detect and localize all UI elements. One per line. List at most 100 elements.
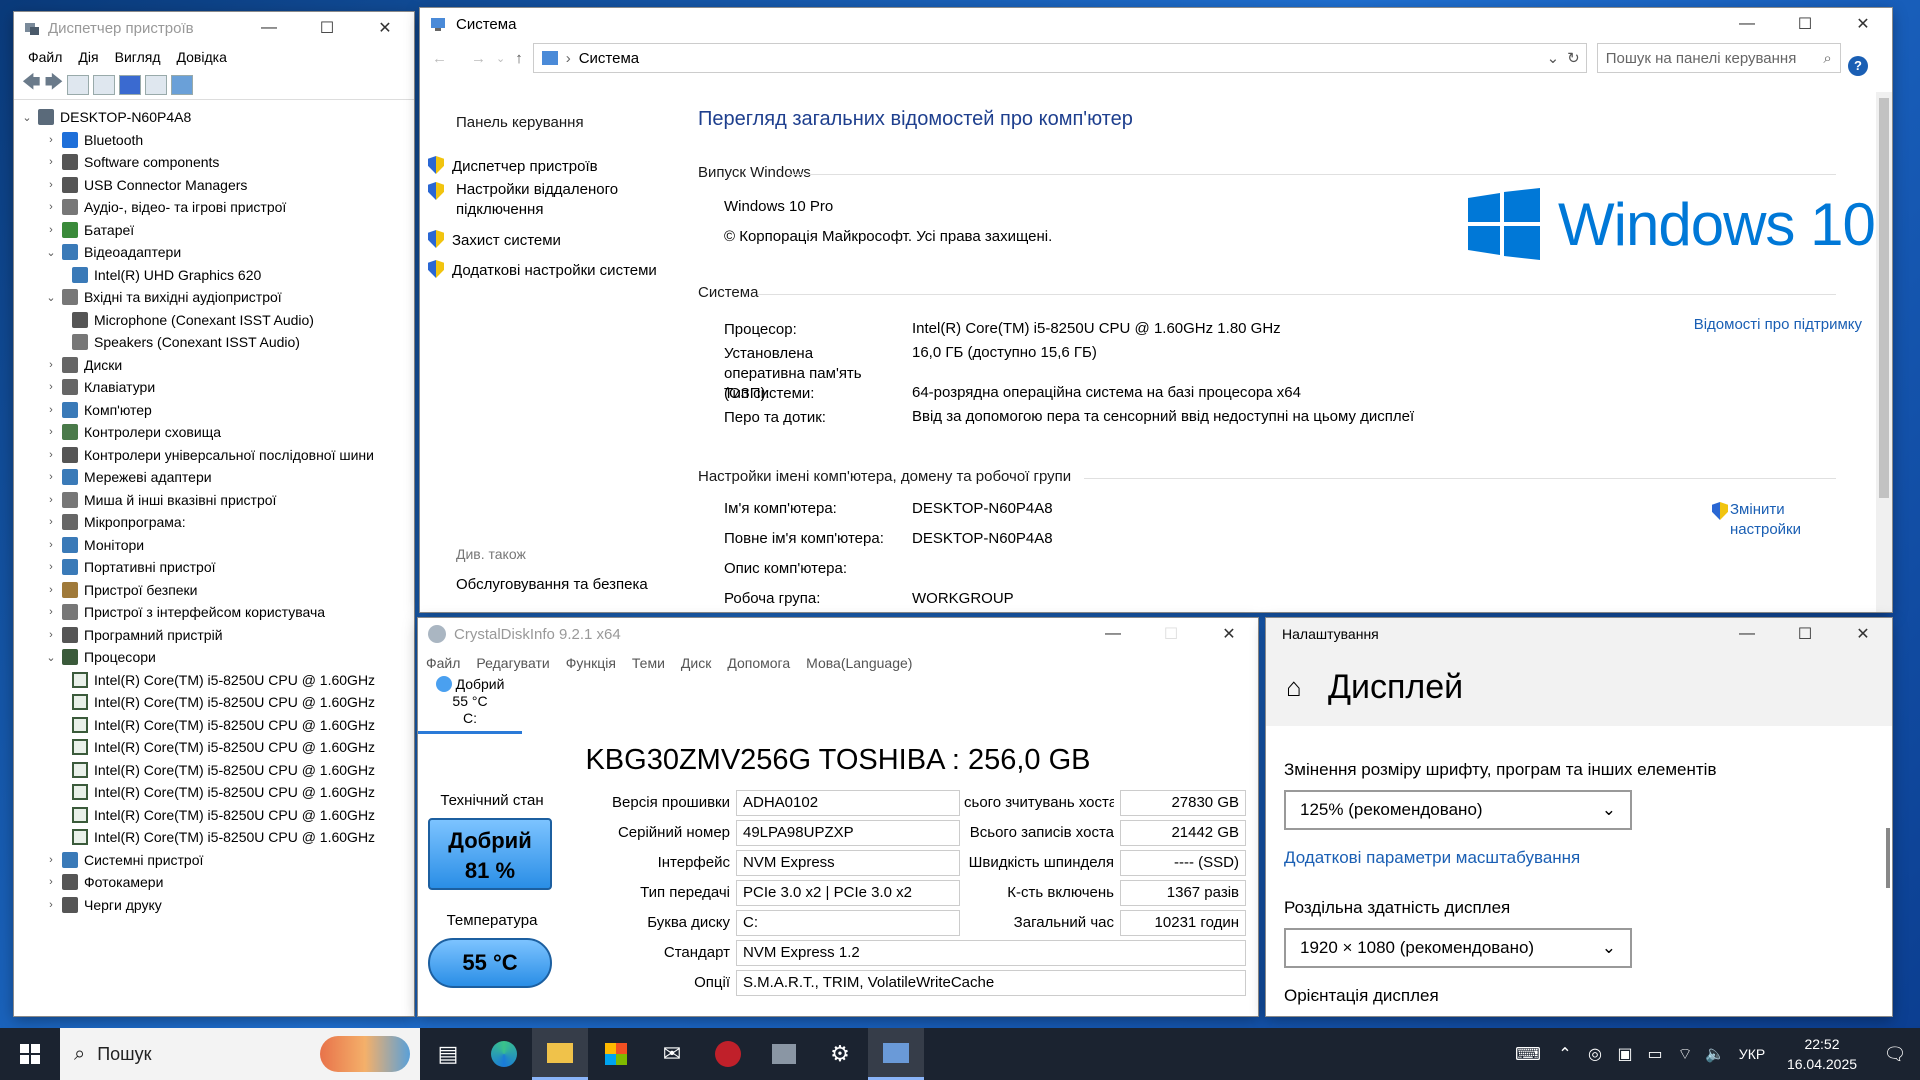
security-maintenance-link[interactable]: Обслуговування та безпека (456, 576, 648, 593)
chevron-right-icon[interactable]: › (44, 629, 58, 641)
chevron-down-icon[interactable]: ⌄ (44, 246, 58, 259)
tree-item[interactable]: › Мікропрограма: (14, 511, 414, 534)
chevron-down-icon[interactable]: ⌄ (20, 111, 34, 124)
system-titlebar[interactable]: Система — ☐ ✕ (420, 8, 1892, 40)
maximize-button[interactable]: ☐ (298, 12, 356, 44)
tree-item[interactable]: Intel(R) Core(TM) i5-8250U CPU @ 1.60GHz (14, 669, 414, 692)
chevron-right-icon[interactable]: › (44, 606, 58, 618)
tree-item[interactable]: › Software components (14, 151, 414, 174)
tree-item[interactable]: › USB Connector Managers (14, 174, 414, 197)
notification-center-button[interactable]: 🗨 (1870, 1028, 1920, 1080)
nav-system-protection[interactable]: Захист системи (428, 230, 561, 249)
tree-item[interactable]: Intel(R) Core(TM) i5-8250U CPU @ 1.60GHz (14, 714, 414, 737)
breadcrumb[interactable]: Система (579, 50, 639, 67)
close-button[interactable]: ✕ (1834, 618, 1892, 650)
refresh-icon[interactable]: ↻ (1567, 49, 1580, 67)
tree-item[interactable]: › Диски (14, 354, 414, 377)
tray-security-button[interactable]: ▣ (1610, 1028, 1640, 1080)
keyboard-layout-button[interactable]: ⌨ (1506, 1028, 1550, 1080)
menu-disk[interactable]: Диск (673, 655, 719, 671)
chevron-right-icon[interactable]: › (44, 854, 58, 866)
crystal-titlebar[interactable]: CrystalDiskInfo 9.2.1 x64 — ☐ ✕ (418, 618, 1258, 650)
tree-item[interactable]: › Програмний пристрій (14, 624, 414, 647)
settings-titlebar[interactable]: Налаштування — ☐ ✕ (1266, 618, 1892, 650)
tree-item[interactable]: › Контролери сховища (14, 421, 414, 444)
chevron-down-icon[interactable]: ⌄ (44, 291, 58, 304)
minimize-button[interactable]: — (1718, 618, 1776, 650)
app-red-button[interactable] (700, 1028, 756, 1080)
chevron-right-icon[interactable]: › (44, 359, 58, 371)
tray-app-button[interactable]: ◎ (1580, 1028, 1610, 1080)
control-panel-home-link[interactable]: Панель керування (456, 114, 584, 131)
chevron-right-icon[interactable]: › (44, 899, 58, 911)
tree-item[interactable]: Speakers (Conexant ISST Audio) (14, 331, 414, 354)
menu-function[interactable]: Функція (558, 655, 624, 671)
help-icon[interactable] (119, 74, 142, 95)
device-manager-titlebar[interactable]: Диспетчер пристроїв — ☐ ✕ (14, 12, 414, 44)
scrollbar-thumb[interactable] (1879, 98, 1889, 498)
disk-tab[interactable]: Добрий 55 °C C: (418, 676, 522, 734)
chevron-right-icon[interactable]: › (44, 156, 58, 168)
maximize-button[interactable]: ☐ (1776, 8, 1834, 40)
menu-help[interactable]: Довідка (169, 49, 235, 65)
settings-scrollbar[interactable] (1886, 828, 1890, 888)
chevron-right-icon[interactable]: › (44, 494, 58, 506)
tree-root[interactable]: ⌄ DESKTOP-N60P4A8 (14, 106, 414, 129)
chevron-right-icon[interactable]: › (44, 381, 58, 393)
vertical-scrollbar[interactable] (1876, 92, 1892, 612)
close-button[interactable]: ✕ (1200, 618, 1258, 650)
chevron-right-icon[interactable]: › (44, 426, 58, 438)
clock[interactable]: 22:52 16.04.2025 (1774, 1034, 1870, 1074)
tree-item[interactable]: Microphone (Conexant ISST Audio) (14, 309, 414, 332)
network-button[interactable]: ⌔ (1670, 1028, 1700, 1080)
minimize-button[interactable]: — (1084, 618, 1142, 650)
chevron-right-icon[interactable]: › (44, 201, 58, 213)
menu-edit[interactable]: Редагувати (468, 655, 557, 671)
tree-item[interactable]: › Черги друку (14, 894, 414, 917)
nav-advanced-settings[interactable]: Додаткові настройки системи (428, 260, 657, 279)
menu-themes[interactable]: Теми (624, 655, 673, 671)
home-icon[interactable]: ⌂ (1286, 672, 1302, 703)
menu-view[interactable]: Вигляд (107, 49, 169, 65)
chevron-right-icon[interactable]: › (44, 224, 58, 236)
tree-item[interactable]: Intel(R) Core(TM) i5-8250U CPU @ 1.60GHz (14, 736, 414, 759)
scale-dropdown[interactable]: 125% (рекомендовано) ⌄ (1284, 790, 1632, 830)
tree-item[interactable]: Intel(R) UHD Graphics 620 (14, 264, 414, 287)
edge-button[interactable] (476, 1028, 532, 1080)
battery-button[interactable]: ▭ (1640, 1028, 1670, 1080)
nav-device-manager[interactable]: Диспетчер пристроїв (428, 156, 598, 175)
tree-item[interactable]: Intel(R) Core(TM) i5-8250U CPU @ 1.60GHz (14, 781, 414, 804)
tree-item[interactable]: Intel(R) Core(TM) i5-8250U CPU @ 1.60GHz (14, 691, 414, 714)
device-manager-taskbar-button[interactable] (756, 1028, 812, 1080)
close-button[interactable]: ✕ (1834, 8, 1892, 40)
tree-item[interactable]: › Комп'ютер (14, 399, 414, 422)
tree-item[interactable]: › Монітори (14, 534, 414, 557)
tree-item[interactable]: › Bluetooth (14, 129, 414, 152)
menu-action[interactable]: Дія (70, 49, 106, 65)
minimize-button[interactable]: — (1718, 8, 1776, 40)
tree-item[interactable]: › Батареї (14, 219, 414, 242)
tree-item[interactable]: › Аудіо-, відео- та ігрові пристрої (14, 196, 414, 219)
address-dropdown-icon[interactable]: ⌄ (1547, 49, 1560, 67)
chevron-right-icon[interactable]: › (44, 449, 58, 461)
back-arrow-icon[interactable]: 🡄 (22, 70, 41, 100)
language-indicator[interactable]: УКР (1730, 1046, 1774, 1062)
forward-arrow-icon[interactable]: 🡆 (45, 70, 64, 100)
address-bar[interactable]: › Система ⌄ ↻ (532, 43, 1587, 73)
close-button[interactable]: ✕ (356, 12, 414, 44)
update-driver-icon[interactable] (145, 74, 168, 95)
tree-item[interactable]: › Системні пристрої (14, 849, 414, 872)
chevron-down-icon[interactable]: ⌄ (44, 651, 58, 664)
resolution-dropdown[interactable]: 1920 × 1080 (рекомендовано) ⌄ (1284, 928, 1632, 968)
chevron-right-icon[interactable]: › (44, 584, 58, 596)
advanced-scaling-link[interactable]: Додаткові параметри масштабування (1284, 848, 1580, 868)
tree-item[interactable]: › Контролери універсальної послідовної ши… (14, 444, 414, 467)
tree-item[interactable]: ⌄ Вхідні та вихідні аудіопристрої (14, 286, 414, 309)
chevron-right-icon[interactable]: › (44, 471, 58, 483)
settings-taskbar-button[interactable]: ⚙ (812, 1028, 868, 1080)
menu-language[interactable]: Мова(Language) (798, 655, 920, 671)
tree-item[interactable]: ⌄ Відеоадаптери (14, 241, 414, 264)
volume-button[interactable]: 🔈 (1700, 1028, 1730, 1080)
tree-item[interactable]: Intel(R) Core(TM) i5-8250U CPU @ 1.60GHz (14, 804, 414, 827)
menu-help[interactable]: Допомога (719, 655, 798, 671)
